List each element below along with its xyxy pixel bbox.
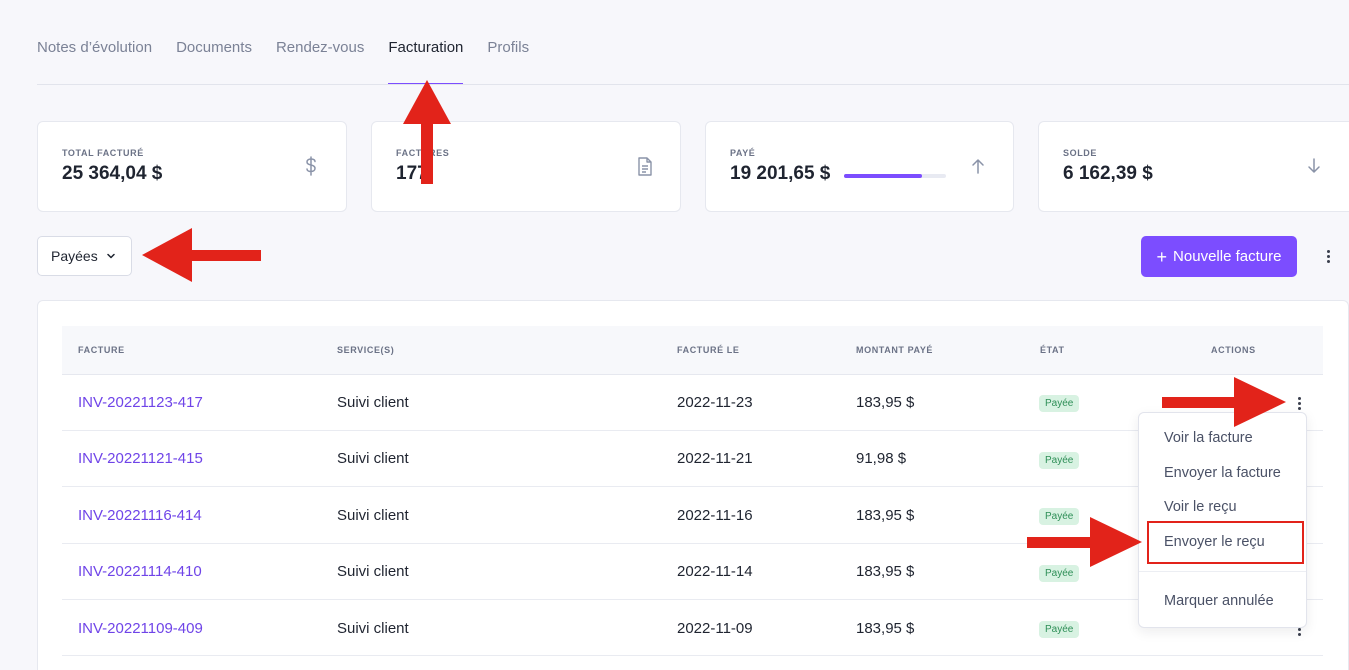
arrow-right-annotation-icon [1162,377,1286,427]
annotation-arrows [142,80,1286,567]
arrow-right-annotation-icon [1027,517,1142,567]
arrow-left-annotation-icon [142,228,261,282]
arrow-up-annotation-icon [403,80,451,184]
